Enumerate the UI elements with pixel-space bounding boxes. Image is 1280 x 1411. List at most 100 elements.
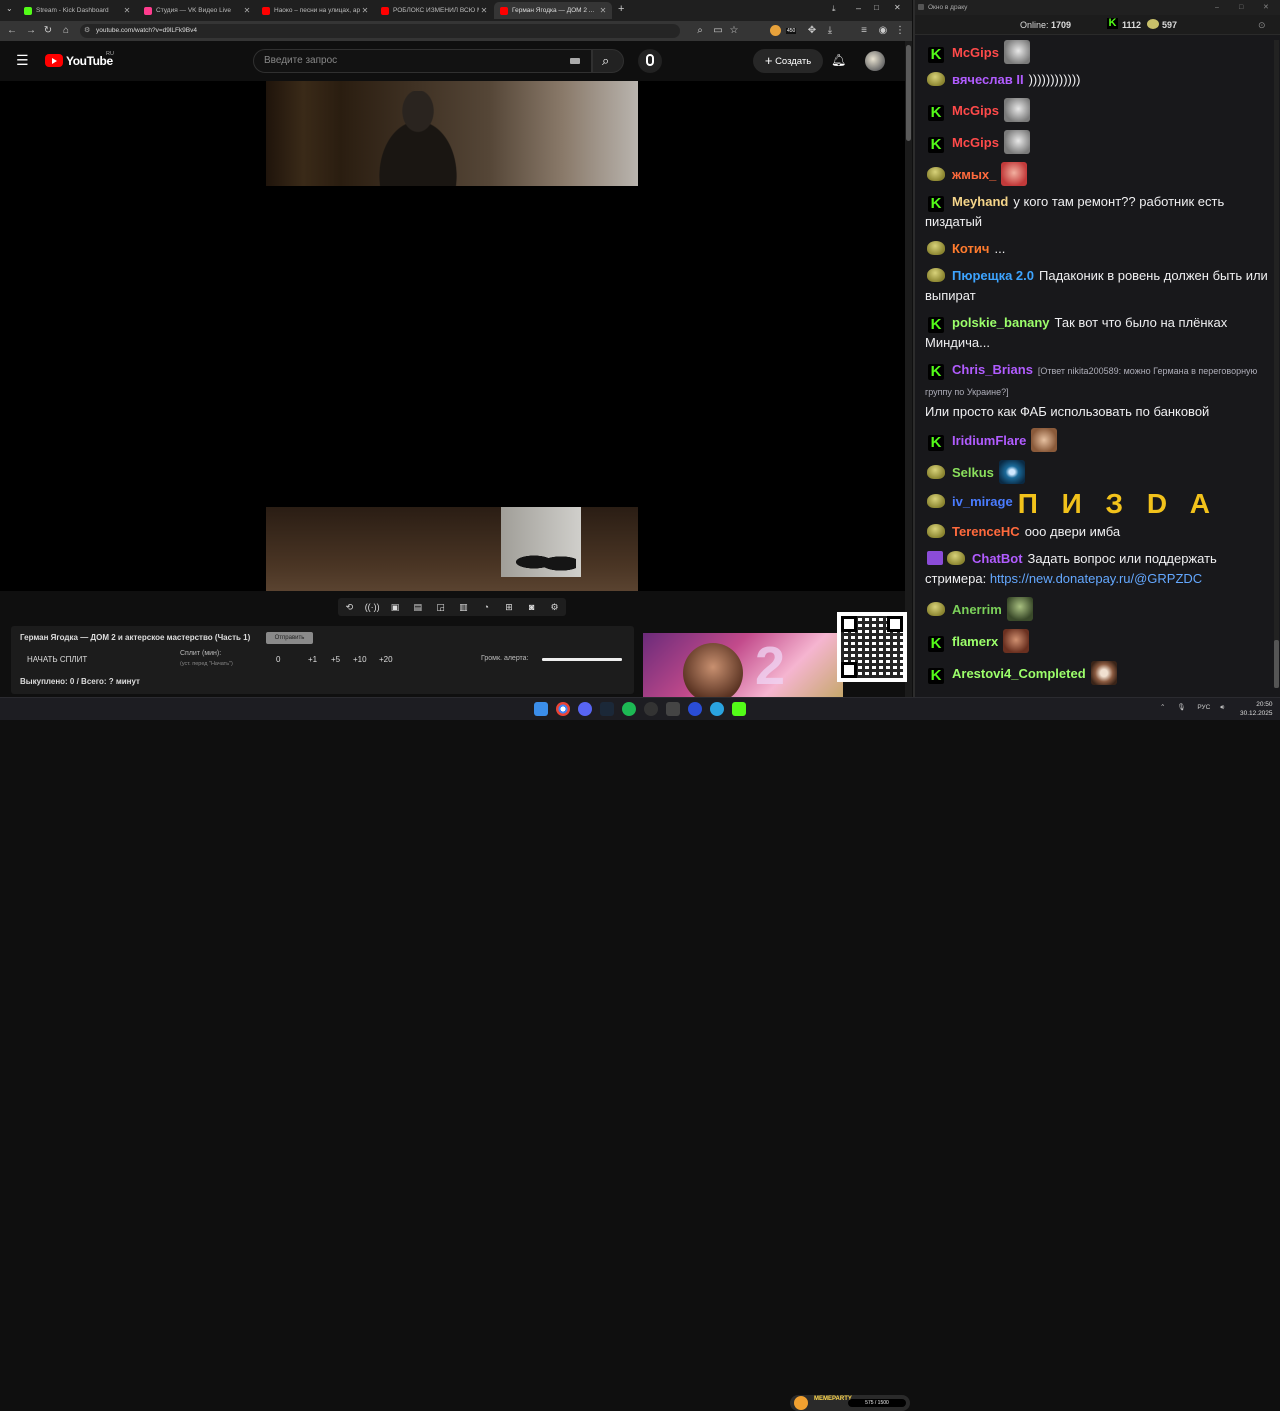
discord-icon[interactable] — [578, 702, 592, 716]
volume-icon[interactable]: 🔊︎ — [1220, 704, 1224, 711]
download-icon[interactable]: ⤓ — [832, 4, 836, 14]
add-20-button[interactable]: +20 — [379, 655, 393, 664]
tab-naoko[interactable]: Наоко – песни на улицах, арс... ✕ — [256, 2, 374, 19]
tab-german-yagodka[interactable]: Герман Ягодка — ДОМ 2 ... ✕ — [494, 2, 612, 19]
forward-icon[interactable]: → — [25, 25, 37, 36]
add-10-button[interactable]: +10 — [353, 655, 367, 664]
zoom-icon[interactable]: ⌕ — [694, 25, 706, 36]
chevron-up-icon[interactable]: ⌃ — [1160, 704, 1165, 711]
site-info-icon[interactable]: ⚙ — [84, 24, 90, 38]
chat-username[interactable]: Пюрещка 2.0 — [952, 268, 1034, 283]
chat-username[interactable]: IridiumFlare — [952, 433, 1026, 448]
settings-gear-icon[interactable]: ⚙ — [546, 602, 564, 613]
start-split-button[interactable]: НАЧАТЬ СПЛИТ — [27, 655, 87, 664]
chat-username[interactable]: McGips — [952, 135, 999, 150]
close-window-icon[interactable]: ✕ — [1263, 0, 1269, 15]
close-icon[interactable]: ✕ — [242, 6, 252, 15]
broadcast-icon[interactable]: ((·)) — [363, 602, 381, 612]
clapperboard-icon[interactable]: ▤ — [409, 602, 427, 613]
close-icon[interactable]: ✕ — [598, 6, 608, 15]
obs-icon[interactable] — [644, 702, 658, 716]
chat-username[interactable]: Котич — [952, 241, 989, 256]
maximize-icon[interactable]: □ — [1239, 0, 1243, 15]
search-button[interactable]: ⌕ — [592, 49, 624, 73]
chat-username[interactable]: Selkus — [952, 465, 994, 480]
tab-kick-dashboard[interactable]: Stream - Kick Dashboard ✕ — [18, 2, 136, 19]
avatar[interactable] — [865, 51, 885, 71]
chat-username[interactable]: Meyhand — [952, 194, 1008, 209]
chat-username[interactable]: ChatBot — [972, 551, 1023, 566]
watch-later-icon[interactable]: ▣ — [386, 602, 404, 613]
chat-username[interactable]: McGips — [952, 103, 999, 118]
close-icon[interactable]: ✕ — [122, 6, 132, 15]
chat-username[interactable]: вячеслав II — [952, 72, 1024, 87]
extensions-puzzle-icon[interactable]: ✥ — [806, 25, 818, 36]
split-minutes-value[interactable]: 0 — [276, 655, 280, 664]
screenshot-icon[interactable]: ◙ — [523, 602, 541, 612]
url-field[interactable]: ⚙ youtube.com/watch?v=d9lLFk9Bv4 — [80, 24, 680, 38]
app-icon[interactable] — [666, 702, 680, 716]
extension-icon[interactable] — [770, 25, 781, 36]
windows-start-icon[interactable] — [534, 702, 548, 716]
clock[interactable]: 20:50 30.12.2025 — [1240, 700, 1273, 718]
close-icon[interactable]: ✕ — [479, 6, 489, 15]
chat-username[interactable]: iv_mirage — [952, 494, 1013, 509]
download-icon[interactable]: ⤓ — [824, 25, 836, 36]
hamburger-menu-icon[interactable]: ☰ — [16, 52, 29, 69]
kick-app-icon[interactable] — [732, 702, 746, 716]
create-button[interactable]: + Создать — [753, 49, 823, 73]
menu-icon[interactable]: ⋮ — [894, 25, 906, 36]
media-player-icon[interactable] — [688, 702, 702, 716]
chat-username[interactable]: polskie_banany — [952, 315, 1050, 330]
spotify-icon[interactable] — [622, 702, 636, 716]
reload-icon[interactable]: ↻ — [42, 25, 54, 36]
title-action-button[interactable]: Отправить — [266, 632, 313, 644]
chat-username[interactable]: Anerrim — [952, 602, 1002, 617]
chat-scrollbar[interactable] — [1274, 40, 1279, 688]
profile-icon[interactable]: ◉ — [877, 25, 889, 36]
keyboard-icon[interactable] — [570, 58, 580, 64]
chat-username[interactable]: McGips — [952, 45, 999, 60]
new-tab-icon[interactable]: + — [618, 3, 624, 15]
close-window-icon[interactable]: ✕ — [894, 3, 901, 12]
cast-icon[interactable]: ▭ — [712, 25, 724, 36]
video-thumbnail[interactable]: 2 — [643, 633, 843, 697]
minimize-icon[interactable]: – — [1215, 0, 1219, 15]
tab-list-icon[interactable]: ⌄ — [6, 4, 13, 13]
add-clip-icon[interactable]: ⊞ — [500, 602, 518, 613]
alert-volume-slider[interactable] — [542, 658, 622, 661]
chat-scrollbar-thumb[interactable] — [1274, 640, 1279, 688]
speed-gauge-icon[interactable]: ◔ — [477, 602, 495, 612]
settings-icon[interactable]: ⊙ — [1258, 15, 1266, 35]
tab-vk-video[interactable]: Студия — VK Видео Live ✕ — [138, 2, 256, 19]
add-5-button[interactable]: +5 — [331, 655, 340, 664]
video-player[interactable] — [0, 81, 905, 591]
reading-list-icon[interactable]: ≡ — [858, 25, 870, 36]
subtitles-icon[interactable]: ▥ — [454, 602, 472, 613]
voice-search-button[interactable] — [638, 49, 662, 73]
back-icon[interactable]: ← — [6, 25, 18, 36]
chrome-icon[interactable] — [556, 702, 570, 716]
chat-username[interactable]: Chris_Brians — [952, 362, 1033, 377]
language-indicator[interactable]: РУС — [1197, 704, 1210, 711]
scrollbar-thumb[interactable] — [906, 45, 911, 141]
chat-username[interactable]: Arestovi4_Completed — [952, 666, 1086, 681]
add-1-button[interactable]: +1 — [308, 655, 317, 664]
home-icon[interactable]: ⌂ — [60, 25, 72, 36]
chat-username[interactable]: жмых_ — [952, 167, 996, 182]
search-input[interactable]: Введите запрос — [253, 49, 592, 73]
youtube-logo-icon[interactable] — [45, 54, 63, 67]
picture-in-picture-icon[interactable]: ◲ — [432, 602, 450, 613]
loop-icon[interactable]: ⟲ — [340, 602, 358, 613]
steam-icon[interactable] — [600, 702, 614, 716]
page-scrollbar[interactable] — [905, 41, 912, 697]
chat-username[interactable]: flamerx — [952, 634, 998, 649]
maximize-icon[interactable]: □ — [874, 3, 879, 12]
notifications-bell-icon[interactable]: 🔔︎ — [831, 53, 846, 67]
donate-link[interactable]: https://new.donatepay.ru/@GRPZDC — [990, 571, 1202, 586]
tab-roblox[interactable]: РОБЛОКС ИЗМЕНИЛ ВСЮ М... ✕ — [375, 2, 493, 19]
bookmark-star-icon[interactable]: ☆ — [728, 25, 740, 36]
close-icon[interactable]: ✕ — [360, 6, 370, 15]
microphone-icon[interactable]: 🎙︎ — [1177, 704, 1185, 711]
chat-username[interactable]: TerenceHC — [952, 524, 1020, 539]
